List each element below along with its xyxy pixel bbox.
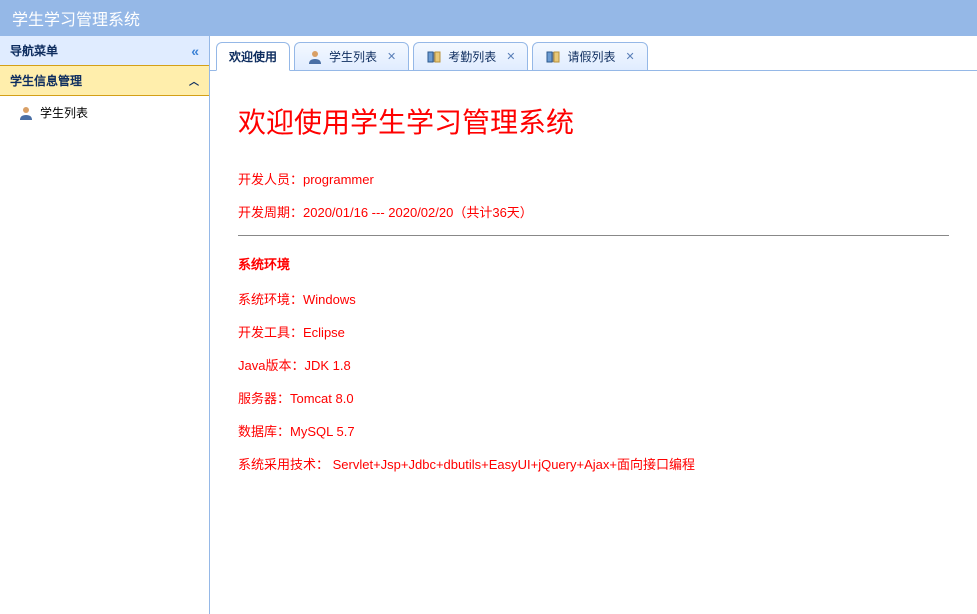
- env-line: Java版本：JDK 1.8: [238, 355, 949, 374]
- main-container: 导航菜单 « 学生信息管理 ︿ 学生列表 欢迎使用 学生列表 ✕: [0, 36, 977, 614]
- env-section-title: 系统环境: [238, 254, 949, 273]
- tab-content-welcome: 欢迎使用学生学习管理系统 开发人员：programmer 开发周期：2020/0…: [210, 70, 977, 614]
- tab-student-list[interactable]: 学生列表 ✕: [294, 42, 409, 71]
- book-icon: [426, 49, 442, 65]
- tab-bar: 欢迎使用 学生列表 ✕ 考勤列表 ✕ 请假列表: [210, 36, 977, 71]
- tab-welcome[interactable]: 欢迎使用: [216, 42, 290, 71]
- chevron-up-icon: ︿: [189, 73, 199, 88]
- book-icon: [545, 49, 561, 65]
- env-line: 开发工具：Eclipse: [238, 322, 949, 341]
- sidebar-item-student-list[interactable]: 学生列表: [0, 96, 209, 129]
- close-icon[interactable]: ✕: [626, 50, 635, 63]
- developer-line: 开发人员：programmer: [238, 169, 949, 188]
- env-line: 服务器：Tomcat 8.0: [238, 388, 949, 407]
- accordion-student-info[interactable]: 学生信息管理 ︿: [0, 65, 209, 96]
- user-icon: [307, 49, 323, 65]
- main-area: 欢迎使用 学生列表 ✕ 考勤列表 ✕ 请假列表: [210, 36, 977, 614]
- sidebar-title-bar: 导航菜单 «: [0, 36, 209, 66]
- app-title: 学生学习管理系统: [12, 12, 140, 29]
- tab-attendance-list[interactable]: 考勤列表 ✕: [413, 42, 528, 71]
- period-line: 开发周期：2020/01/16 --- 2020/02/20（共计36天）: [238, 202, 949, 221]
- tab-leave-list[interactable]: 请假列表 ✕: [532, 42, 647, 71]
- accordion-title: 学生信息管理: [10, 72, 82, 89]
- env-line: 系统采用技术： Servlet+Jsp+Jdbc+dbutils+EasyUI+…: [238, 454, 949, 473]
- collapse-left-icon[interactable]: «: [191, 43, 199, 59]
- divider: [238, 235, 949, 236]
- tab-label: 欢迎使用: [229, 48, 277, 65]
- user-icon: [18, 105, 34, 121]
- welcome-heading: 欢迎使用学生学习管理系统: [238, 101, 949, 141]
- close-icon[interactable]: ✕: [387, 50, 396, 63]
- close-icon[interactable]: ✕: [506, 50, 515, 63]
- env-line: 系统环境：Windows: [238, 289, 949, 308]
- sidebar: 导航菜单 « 学生信息管理 ︿ 学生列表: [0, 36, 210, 614]
- tab-label: 学生列表: [329, 48, 377, 65]
- app-header: 学生学习管理系统: [0, 0, 977, 36]
- tab-label: 请假列表: [567, 48, 615, 65]
- env-line: 数据库：MySQL 5.7: [238, 421, 949, 440]
- tab-label: 考勤列表: [448, 48, 496, 65]
- sidebar-title-text: 导航菜单: [10, 42, 58, 59]
- sidebar-item-label: 学生列表: [40, 104, 88, 121]
